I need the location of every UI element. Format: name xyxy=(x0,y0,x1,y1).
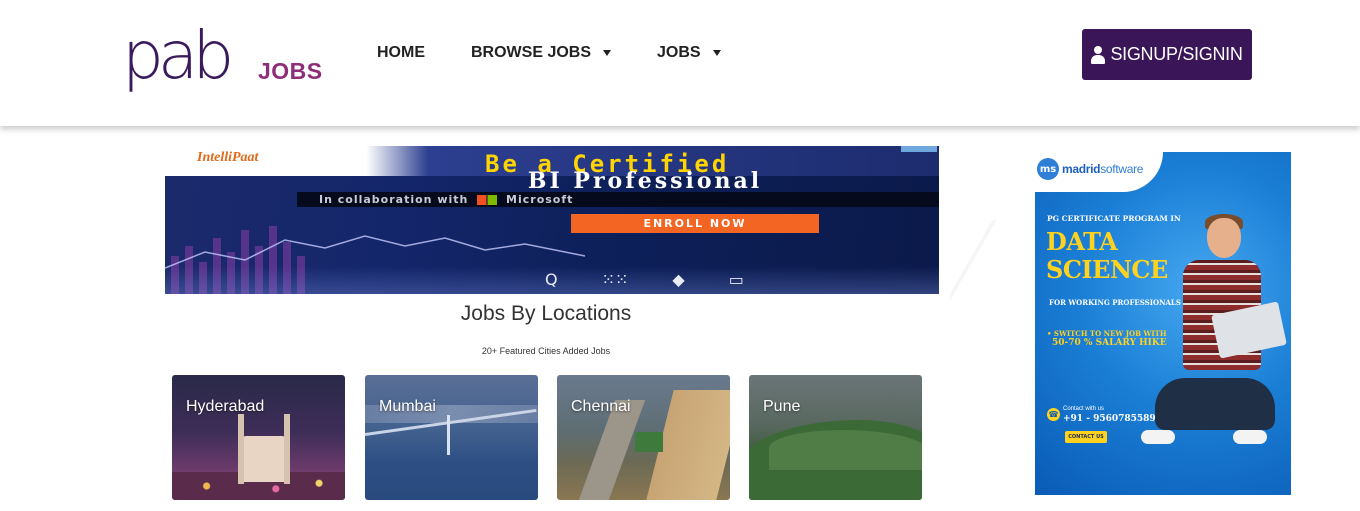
background-decoration xyxy=(950,220,1010,300)
charminar-graphic xyxy=(242,436,286,482)
city-name: Pune xyxy=(763,398,801,415)
ad-collab-brand: Microsoft xyxy=(506,193,574,206)
city-card-chennai[interactable]: Chennai xyxy=(557,375,730,500)
city-name: Mumbai xyxy=(379,398,436,415)
nav-jobs[interactable]: JOBS xyxy=(657,44,721,62)
minaret xyxy=(284,414,290,484)
minaret xyxy=(238,414,244,484)
ad-title-line2: SCIENCE xyxy=(1046,255,1168,284)
ad-tool-icons: Q ⁙⁙ ◆ ▭ xyxy=(545,270,744,289)
nav-browse-jobs-label: BROWSE JOBS xyxy=(471,44,592,61)
ad-switch-line2: 50-70 % SALARY HIKE xyxy=(1052,338,1167,348)
pabjobs-logo[interactable]: pab JOBS xyxy=(122,14,322,98)
ad-collab-line: In collaboration with Microsoft xyxy=(297,192,939,207)
nav-home-label: HOME xyxy=(377,44,425,61)
main-nav: HOME BROWSE JOBS JOBS xyxy=(377,44,721,62)
caret-down-icon xyxy=(603,50,612,56)
tableau-icon: ⁙⁙ xyxy=(601,270,629,289)
diamond-icon: ◆ xyxy=(672,270,685,289)
section-subtitle: 20+ Featured Cities Added Jobs xyxy=(481,346,611,356)
signup-label: SIGNUP/SIGNIN xyxy=(1110,44,1243,64)
contact-us-button[interactable]: CONTACT US xyxy=(1065,431,1107,443)
nav-browse-jobs[interactable]: BROWSE JOBS xyxy=(471,44,612,62)
city-name: Hyderabad xyxy=(186,398,265,415)
bridge-tower xyxy=(447,415,450,455)
site-header: pab JOBS HOME BROWSE JOBS JOBS SIGNUP/SI… xyxy=(0,0,1360,126)
qlik-icon: Q xyxy=(545,270,558,289)
intellipaat-logo: IntelliPaat xyxy=(197,150,259,165)
phone-icon: ☎ xyxy=(1047,408,1060,421)
park-graphic xyxy=(635,432,663,452)
brand-bold: madrid xyxy=(1062,162,1101,176)
top-ad-banner[interactable]: IntelliPaat Be a Certified BI Profession… xyxy=(165,146,939,294)
adchoices-icon[interactable] xyxy=(901,146,937,152)
user-icon xyxy=(1091,45,1106,64)
ad-phone-number: +91 - 9560785589 xyxy=(1063,414,1156,424)
ad-brand-header: ms madridsoftware xyxy=(1035,152,1163,192)
nav-jobs-label: JOBS xyxy=(657,44,701,61)
ad-headline-2: BI Professional xyxy=(527,168,763,194)
hill-graphic xyxy=(769,430,922,470)
madrid-software-logo: ms xyxy=(1037,158,1059,180)
brand-light: software xyxy=(1100,162,1144,176)
city-card-mumbai[interactable]: Mumbai xyxy=(365,375,538,500)
nav-home[interactable]: HOME xyxy=(377,44,425,62)
section-title: Jobs By Locations xyxy=(460,302,632,325)
enroll-now-button[interactable]: ENROLL NOW xyxy=(571,214,819,233)
city-card-hyderabad[interactable]: Hyderabad xyxy=(172,375,345,500)
logo-suffix: JOBS xyxy=(258,58,323,84)
microsoft-logo-icon xyxy=(477,195,498,205)
madrid-software-name: madridsoftware xyxy=(1062,162,1143,176)
city-name: Chennai xyxy=(571,398,631,415)
ad-contact-label: Contact with us xyxy=(1063,406,1105,412)
ad-title-line1: DATA xyxy=(1046,227,1118,256)
signup-signin-button[interactable]: SIGNUP/SIGNIN xyxy=(1082,29,1252,80)
ad-switch-line1: • SWITCH TO NEW JOB WITH xyxy=(1047,329,1167,338)
caret-down-icon xyxy=(712,50,721,56)
logo-mark: pab xyxy=(122,17,234,94)
side-ad-banner[interactable]: ms madridsoftware PG CERTIFICATE PROGRAM… xyxy=(1035,152,1291,495)
powerbi-icon: ▭ xyxy=(728,270,744,289)
person-with-laptop-image xyxy=(1141,208,1287,495)
city-card-pune[interactable]: Pune xyxy=(749,375,922,500)
ad-collab-text: In collaboration with xyxy=(319,193,469,206)
